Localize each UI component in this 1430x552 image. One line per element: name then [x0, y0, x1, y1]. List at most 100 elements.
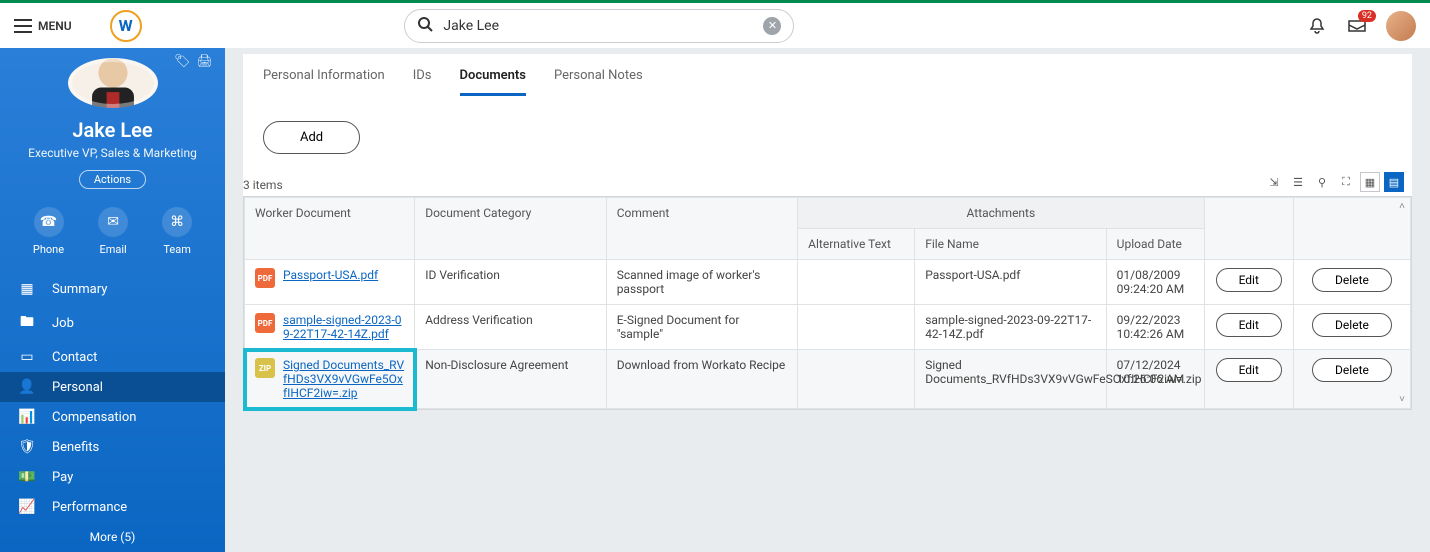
- email-icon: ✉: [98, 207, 128, 237]
- nav-contact[interactable]: ▭Contact: [0, 342, 225, 372]
- table-view-icon[interactable]: ▤: [1384, 172, 1404, 192]
- topbar-right: 92: [1306, 11, 1416, 41]
- cell-alt: [798, 260, 915, 305]
- cell-filename: Passport-USA.pdf: [915, 260, 1106, 305]
- sidebar: 🏷 🖨 Jake Lee Executive VP, Sales & Marke…: [0, 48, 225, 552]
- document-link[interactable]: Signed Documents_RVfHDs3VX9vVGwFe5OxfIHC…: [283, 358, 404, 400]
- grid-view-icon[interactable]: ▦: [1360, 172, 1380, 192]
- scroll-down-icon[interactable]: ˅: [1395, 394, 1409, 405]
- cell-category: Address Verification: [415, 305, 606, 350]
- document-link[interactable]: sample-signed-2023-09-22T17-42-14Z.pdf: [283, 313, 404, 341]
- inbox-badge: 92: [1358, 10, 1376, 22]
- topbar: MENU W ✕ 92: [0, 0, 1430, 48]
- tab-documents[interactable]: Documents: [460, 68, 526, 96]
- nav-more[interactable]: More (5): [90, 522, 136, 552]
- tab-personal-notes[interactable]: Personal Notes: [554, 68, 643, 96]
- export-excel-icon[interactable]: ⇲: [1264, 172, 1284, 192]
- notifications-button[interactable]: [1306, 15, 1328, 37]
- col-upload-date[interactable]: Upload Date: [1106, 229, 1204, 260]
- tabs: Personal Information IDs Documents Perso…: [243, 54, 1412, 97]
- search-box[interactable]: ✕: [404, 9, 794, 43]
- workday-logo[interactable]: W: [110, 10, 142, 42]
- chart-icon: 📊: [18, 409, 36, 425]
- col-worker-document[interactable]: Worker Document: [245, 198, 415, 260]
- money-icon: 💵: [18, 469, 36, 485]
- quick-team[interactable]: ⌘Team: [162, 207, 192, 256]
- main-content: Personal Information IDs Documents Perso…: [225, 48, 1430, 552]
- nav-summary[interactable]: ▦Summary: [0, 274, 225, 304]
- clear-search-icon[interactable]: ✕: [763, 17, 781, 35]
- hamburger-icon: [14, 19, 32, 33]
- shield-icon: 🛡: [18, 439, 36, 455]
- edit-button[interactable]: Edit: [1216, 358, 1282, 382]
- tab-ids[interactable]: IDs: [413, 68, 432, 96]
- team-icon: ⌘: [162, 207, 192, 237]
- cell-filename: Signed Documents_RVfHDs3VX9vVGwFeSOxfIHC…: [915, 350, 1106, 409]
- documents-table: ˄ ˅ Worker Document Document Category Co…: [243, 196, 1412, 410]
- pdf-file-icon: PDF: [255, 268, 275, 288]
- user-avatar[interactable]: [1386, 11, 1416, 41]
- delete-button[interactable]: Delete: [1312, 268, 1392, 292]
- quick-email[interactable]: ✉Email: [98, 207, 128, 256]
- delete-button[interactable]: Delete: [1312, 358, 1392, 382]
- profile-actions-button[interactable]: Actions: [79, 170, 146, 189]
- filter-icon[interactable]: ⚲: [1312, 172, 1332, 192]
- nav-pay[interactable]: 💵Pay: [0, 462, 225, 492]
- cell-upload: 01/08/200909:24:20 AM: [1106, 260, 1204, 305]
- side-nav: ▦Summary 🖿Job ▭Contact 👤Personal 📊Compen…: [0, 274, 225, 522]
- fullscreen-icon[interactable]: ⛶: [1336, 172, 1356, 192]
- table-tools: ⇲ ☰ ⚲ ⛶ ▦ ▤: [1264, 172, 1404, 192]
- col-comment[interactable]: Comment: [606, 198, 797, 260]
- col-document-category[interactable]: Document Category: [415, 198, 606, 260]
- nav-compensation[interactable]: 📊Compensation: [0, 402, 225, 432]
- phone-icon: ☎: [34, 207, 64, 237]
- col-edit: [1204, 198, 1293, 260]
- cell-alt: [798, 305, 915, 350]
- card-icon: ▭: [18, 349, 36, 365]
- col-alt-text[interactable]: Alternative Text: [798, 229, 915, 260]
- col-delete: [1293, 198, 1410, 260]
- nav-job[interactable]: 🖿Job: [0, 304, 225, 342]
- search-input[interactable]: [443, 18, 753, 34]
- nav-personal[interactable]: 👤Personal: [0, 372, 225, 402]
- content-card: Personal Information IDs Documents Perso…: [243, 54, 1412, 410]
- tag-icon[interactable]: 🏷: [174, 54, 191, 69]
- profile-title: Executive VP, Sales & Marketing: [28, 146, 197, 160]
- document-link[interactable]: Passport-USA.pdf: [283, 268, 378, 282]
- bell-icon: [1308, 17, 1326, 35]
- menu-label: MENU: [38, 19, 72, 33]
- person-icon: 👤: [18, 379, 36, 395]
- col-file-name[interactable]: File Name: [915, 229, 1106, 260]
- cell-upload: 09/22/202310:42:26 AM: [1106, 305, 1204, 350]
- tab-personal-info[interactable]: Personal Information: [263, 68, 385, 96]
- cell-alt: [798, 350, 915, 409]
- zip-file-icon: ZIP: [255, 358, 275, 378]
- configure-columns-icon[interactable]: ☰: [1288, 172, 1308, 192]
- quick-actions: ☎Phone ✉Email ⌘Team: [33, 207, 192, 256]
- export-pdf-icon[interactable]: 🖨: [196, 54, 213, 69]
- briefcase-icon: 🖿: [18, 311, 36, 335]
- nav-benefits[interactable]: 🛡Benefits: [0, 432, 225, 462]
- scroll-up-icon[interactable]: ˄: [1395, 201, 1409, 212]
- profile-photo[interactable]: [68, 58, 158, 108]
- inbox-button[interactable]: 92: [1346, 15, 1368, 37]
- nav-performance[interactable]: 📈Performance: [0, 492, 225, 522]
- add-button[interactable]: Add: [263, 121, 360, 154]
- grid-icon: ▦: [18, 281, 36, 297]
- cell-comment: E-Signed Document for "sample": [606, 305, 797, 350]
- col-group-attachments: Attachments: [798, 198, 1204, 229]
- item-count: 3 items: [243, 178, 283, 192]
- table-row: ZIP Signed Documents_RVfHDs3VX9vVGwFe5Oxf…: [245, 350, 1411, 409]
- cell-filename: sample-signed-2023-09-22T17-42-14Z.pdf: [915, 305, 1106, 350]
- cell-comment: Download from Workato Recipe: [606, 350, 797, 409]
- edit-button[interactable]: Edit: [1216, 268, 1282, 292]
- delete-button[interactable]: Delete: [1312, 313, 1392, 337]
- edit-button[interactable]: Edit: [1216, 313, 1282, 337]
- cell-category: ID Verification: [415, 260, 606, 305]
- cell-category: Non-Disclosure Agreement: [415, 350, 606, 409]
- quick-phone[interactable]: ☎Phone: [33, 207, 64, 256]
- trend-icon: 📈: [18, 499, 36, 515]
- menu-button[interactable]: MENU: [14, 19, 72, 33]
- table-row: PDFPassport-USA.pdf ID Verification Scan…: [245, 260, 1411, 305]
- pdf-file-icon: PDF: [255, 313, 275, 333]
